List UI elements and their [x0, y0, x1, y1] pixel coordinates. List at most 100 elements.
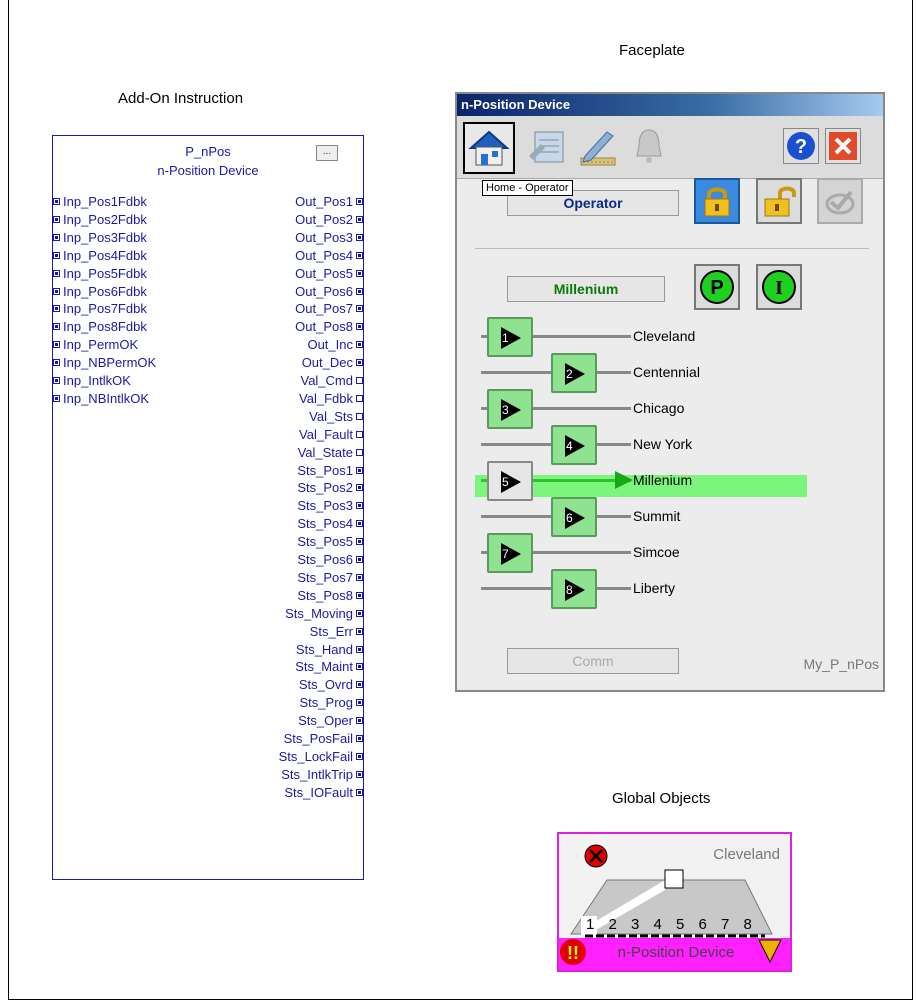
close-button[interactable]	[825, 128, 861, 164]
aoi-output-pin: Out_Dec	[302, 355, 363, 371]
pin-label: Inp_IntlkOK	[63, 373, 131, 388]
alarms-button[interactable]	[625, 122, 677, 174]
aoi-input-pin: Inp_NBPermOK	[53, 355, 157, 371]
pin-label: Out_Pos6	[295, 283, 353, 299]
aoi-config-button[interactable]: ...	[316, 145, 338, 161]
global-position-number: 1	[586, 916, 595, 933]
pin-label: Inp_NBPermOK	[63, 355, 157, 371]
pin-label: Out_Pos5	[295, 265, 353, 281]
lock-icon	[704, 187, 730, 217]
pin-label: Val_Fdbk	[299, 390, 353, 406]
help-button[interactable]: ?	[783, 128, 819, 164]
aoi-input-pin: Inp_IntlkOK	[53, 373, 131, 389]
reset-button[interactable]	[817, 178, 863, 224]
position-6-button[interactable]: 6	[551, 497, 597, 537]
pin-connector	[356, 627, 363, 635]
pin-connector	[356, 699, 363, 707]
aoi-output-pin: Sts_Ovrd	[299, 677, 363, 693]
help-icon: ?	[787, 132, 815, 160]
aoi-output-pin: Out_Pos4	[295, 247, 363, 264]
home-button[interactable]	[463, 122, 515, 174]
maintenance-button[interactable]	[521, 122, 573, 174]
pin-connector	[53, 287, 60, 295]
aoi-output-pin: Val_Fault	[299, 426, 363, 443]
pin-connector	[53, 269, 60, 277]
position-7-button[interactable]: 7	[487, 533, 533, 573]
position-3-button[interactable]: 3	[487, 389, 533, 429]
unlock-icon	[764, 186, 796, 217]
pin-label: Val_Fault	[299, 426, 353, 442]
global-position-label: Cleveland	[713, 846, 780, 863]
pin-connector	[356, 735, 363, 742]
pin-connector	[356, 394, 363, 402]
position-label: Millenium	[633, 472, 693, 488]
position-number: 6	[566, 511, 573, 525]
aoi-input-pin: Inp_Pos3Fdbk	[53, 229, 147, 246]
program-button[interactable]: P	[694, 264, 740, 310]
aoi-output-pin: Out_Pos8	[295, 319, 363, 335]
pin-connector	[356, 609, 363, 617]
aoi-output-pin: Val_State	[298, 445, 363, 461]
pin-label: Out_Pos4	[295, 247, 353, 263]
program-label: P	[710, 277, 723, 299]
aoi-output-pin: Sts_Maint	[295, 659, 363, 675]
engineering-button[interactable]	[573, 122, 625, 174]
position-label: Centennial	[633, 364, 700, 380]
aoi-output-pin: Out_Pos1	[295, 194, 363, 210]
pin-connector	[356, 359, 363, 367]
aoi-output-pin: Sts_Oper	[298, 713, 363, 729]
aoi-output-pin: Out_Inc	[307, 337, 363, 353]
pin-label: Sts_Pos8	[297, 587, 353, 603]
pin-connector	[356, 538, 363, 546]
pin-label: Inp_Pos7Fdbk	[63, 301, 147, 317]
pin-connector	[356, 269, 363, 277]
position-1-button[interactable]: 1	[487, 317, 533, 357]
aoi-output-pin: Out_Pos6	[295, 283, 363, 300]
aoi-output-pin: Sts_Pos7	[297, 570, 363, 586]
tag-name: My_P_nPos	[803, 656, 879, 672]
position-8-button[interactable]: 8	[551, 569, 597, 609]
position-4-button[interactable]: 4	[551, 425, 597, 465]
active-arrow-icon	[615, 471, 633, 489]
position-number: 4	[566, 439, 573, 453]
faceplate-title-bar: n-Position Device	[457, 94, 883, 116]
pin-label: Inp_Pos3Fdbk	[63, 229, 147, 245]
aoi-output-pin: Sts_LockFail	[279, 749, 363, 765]
aoi-output-pin: Sts_Pos6	[297, 552, 363, 568]
pin-label: Sts_Hand	[295, 641, 353, 657]
pin-connector	[356, 323, 363, 331]
pin-connector	[356, 341, 363, 349]
position-label: Summit	[633, 508, 681, 524]
lock-button[interactable]	[694, 178, 740, 224]
aoi-output-pin: Val_Cmd	[300, 373, 363, 389]
pin-connector	[53, 377, 60, 384]
pin-label: Inp_Pos4Fdbk	[63, 247, 147, 263]
global-position-number: 4	[653, 916, 662, 933]
global-object[interactable]: !! Cleveland 12345678 n-Position Device	[557, 832, 792, 972]
faceplate-toolbar: ?	[457, 116, 883, 179]
pin-label: Val_Cmd	[300, 373, 353, 388]
pin-label: Sts_IOFault	[284, 784, 353, 800]
position-2-button[interactable]: 2	[551, 353, 597, 393]
position-5-button[interactable]: 5	[487, 461, 533, 501]
aoi-input-pin: Inp_Pos7Fdbk	[53, 301, 147, 317]
aoi-input-pin: Inp_Pos4Fdbk	[53, 247, 147, 264]
aoi-input-pin: Inp_Pos2Fdbk	[53, 212, 147, 228]
aoi-output-pin: Sts_Pos2	[297, 480, 363, 496]
pin-connector	[356, 556, 363, 563]
pin-label: Sts_Pos6	[297, 552, 353, 567]
pin-connector	[356, 233, 363, 241]
aoi-output-pin: Sts_IntlkTrip	[281, 767, 363, 783]
pin-connector	[356, 484, 363, 492]
pin-label: Out_Pos8	[295, 319, 353, 335]
pin-connector	[53, 233, 60, 241]
pin-connector	[356, 466, 363, 474]
interlock-button[interactable]: I	[756, 264, 802, 310]
pin-connector	[53, 305, 60, 313]
position-label: Chicago	[633, 400, 685, 416]
pin-connector	[356, 663, 363, 671]
aoi-output-pin: Sts_PosFail	[284, 731, 363, 747]
pin-label: Sts_Pos1	[297, 462, 353, 478]
unlock-button[interactable]	[756, 178, 802, 224]
aoi-input-pin: Inp_Pos1Fdbk	[53, 194, 147, 210]
